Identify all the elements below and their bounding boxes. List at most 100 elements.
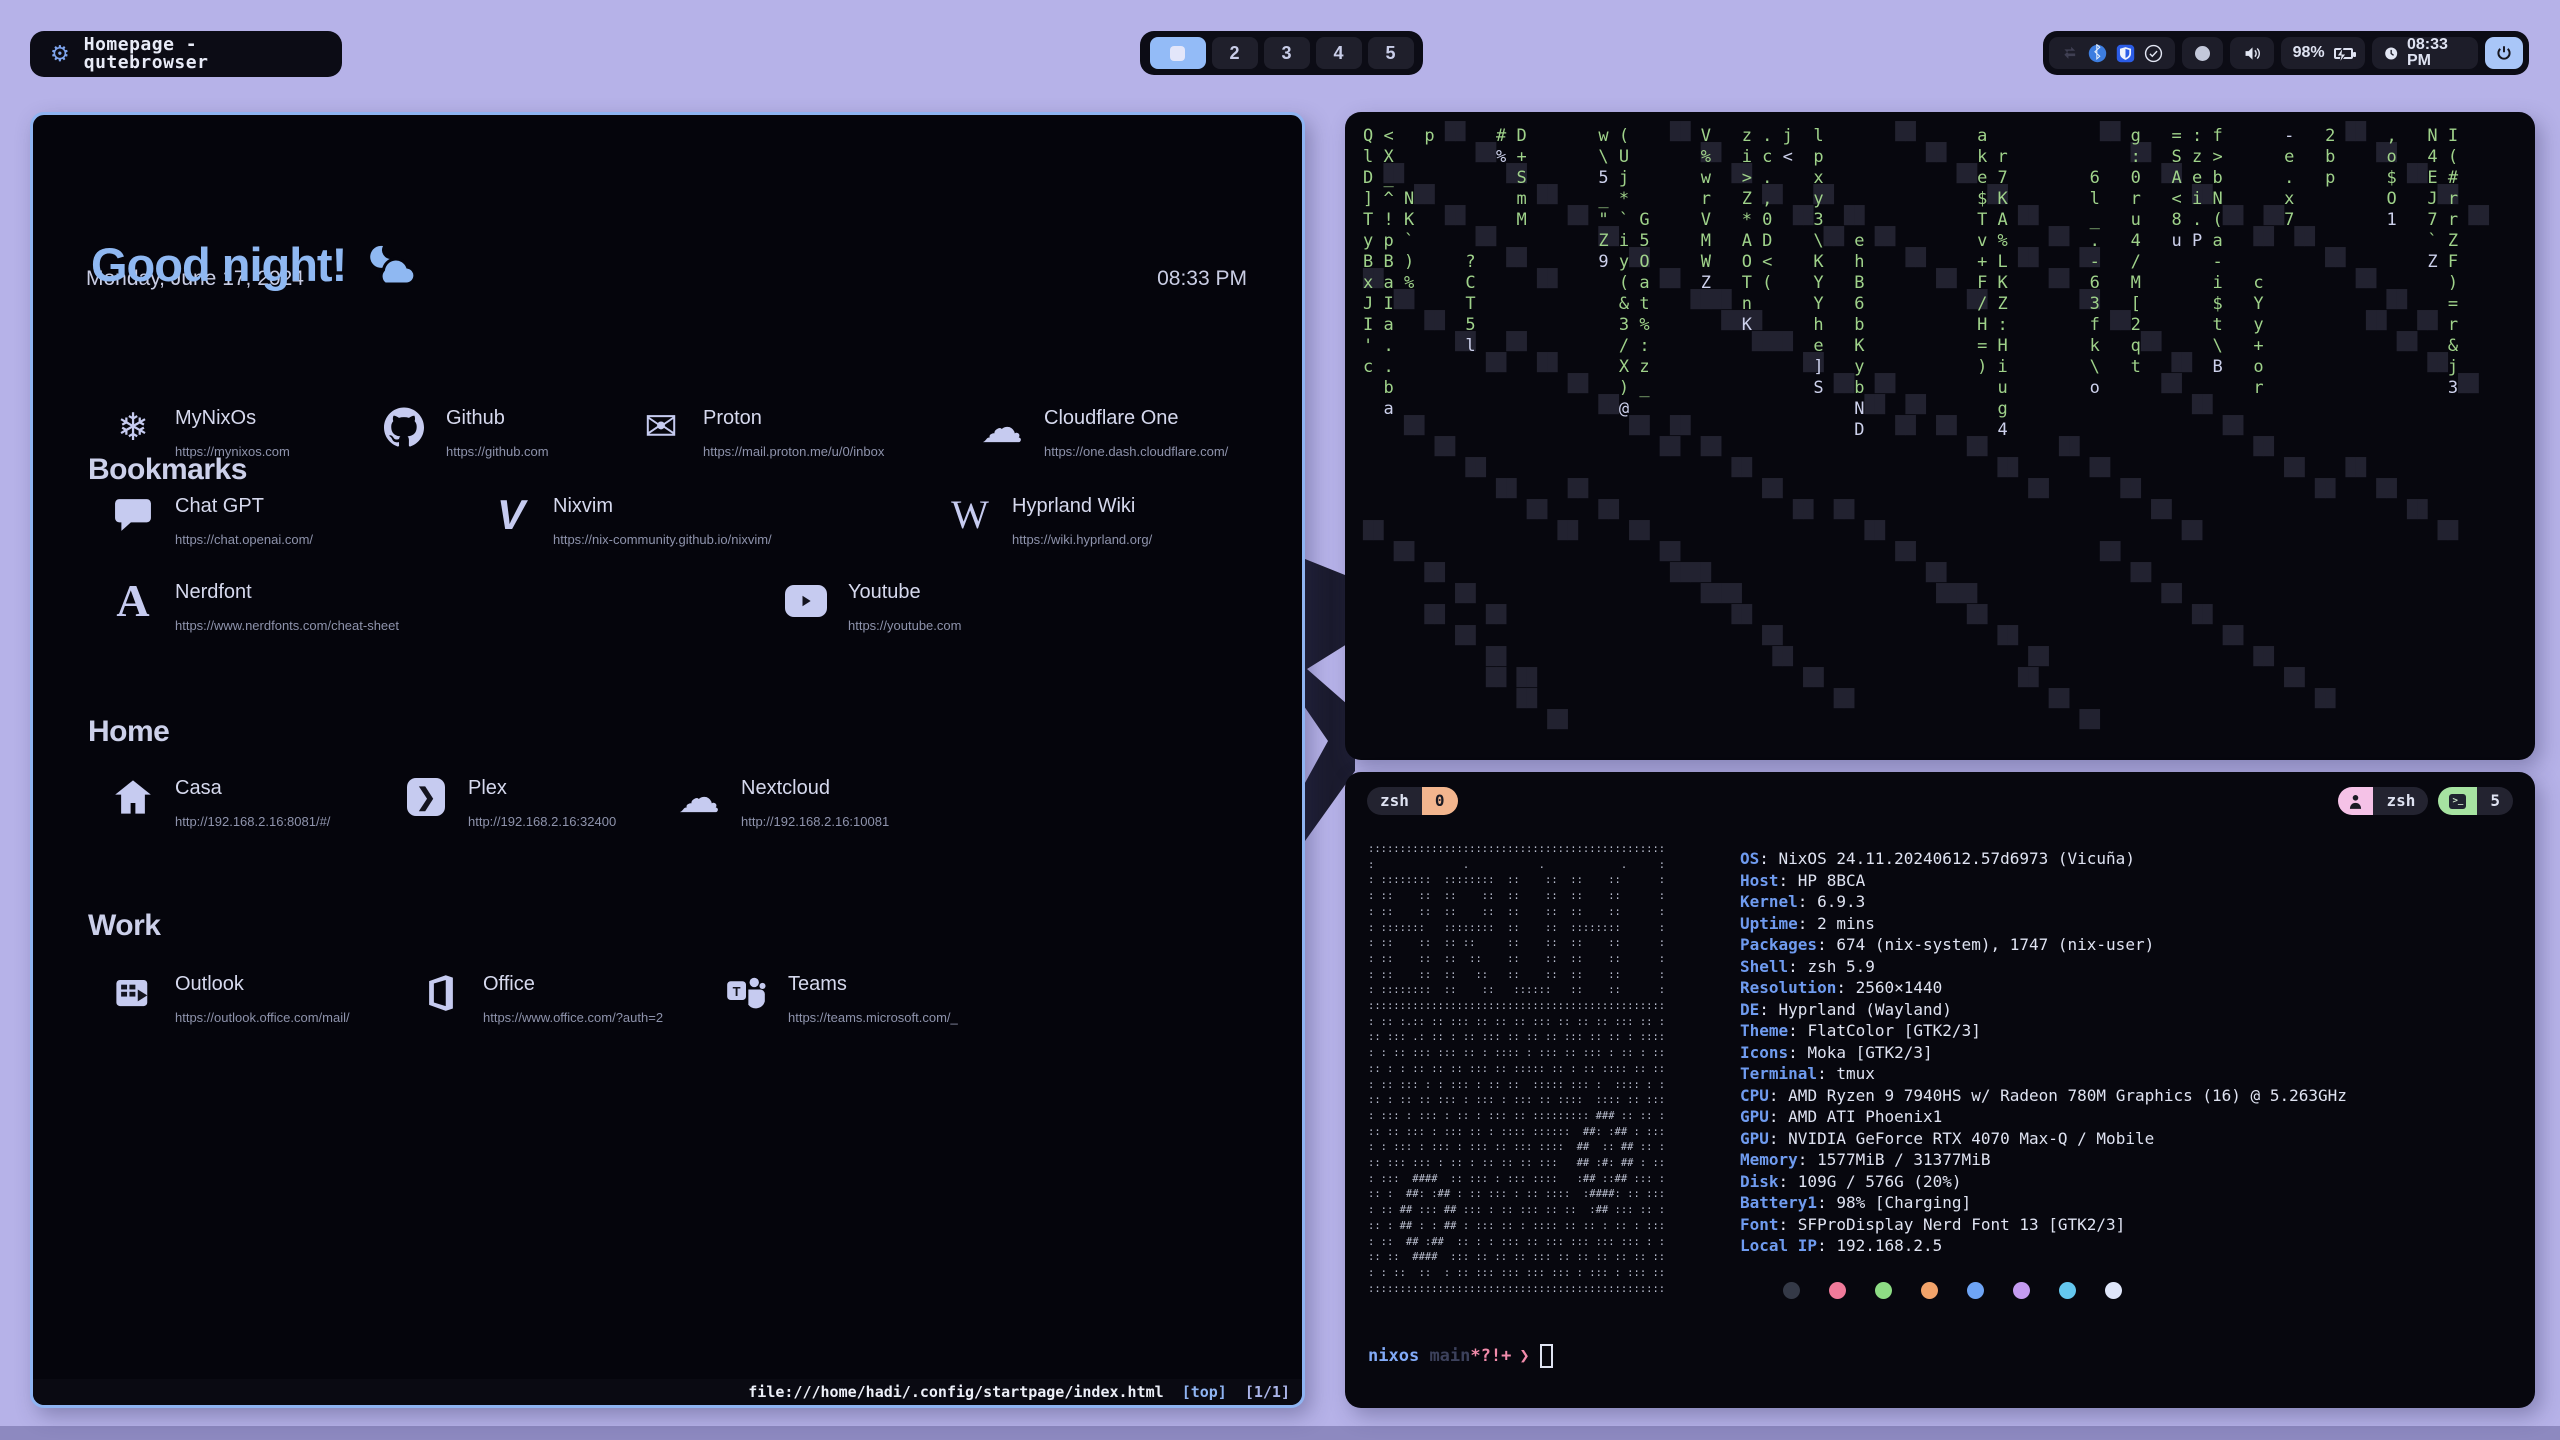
link-url: http://192.168.2.16:8081/#/ [175, 814, 330, 829]
chat-bubble-icon [111, 493, 155, 537]
link-url: https://youtube.com [848, 618, 961, 633]
link-cloudflare-one[interactable]: ☁Cloudflare Onehttps://one.dash.cloudfla… [980, 405, 1228, 459]
fetch-info-value: : 2 mins [1798, 914, 1875, 933]
clock-time: 08:33 PM [2407, 37, 2466, 69]
tmux-session-count: 5 [2477, 787, 2513, 815]
link-outlook[interactable]: Outlookhttps://outlook.office.com/mail/ [111, 971, 350, 1025]
mail-envelope-icon: ✉ [639, 405, 683, 449]
link-title: Chat GPT [175, 493, 313, 518]
link-title: Nextcloud [741, 775, 889, 800]
fetch-info-line: Host: HP 8BCA [1740, 870, 2347, 892]
link-url: https://github.com [446, 444, 549, 459]
link-proton[interactable]: ✉Protonhttps://mail.proton.me/u/0/inbox [639, 405, 884, 459]
clock-group[interactable]: 08:33 PM [2372, 37, 2478, 69]
matrix-rain-head-characters: - % < 5 [1363, 126, 2468, 441]
house-icon [111, 775, 155, 819]
battery-percent: 98% [2293, 45, 2325, 61]
font-a-icon: A [111, 579, 155, 623]
fetch-info-value: : SFProDisplay Nerd Font 13 [GTK2/3] [1779, 1215, 2126, 1234]
teams-icon: T [724, 971, 768, 1015]
link-hyprland-wiki[interactable]: WHyprland Wikihttps://wiki.hyprland.org/ [948, 493, 1152, 547]
fetch-info-value: : 674 (nix-system), 1747 (nix-user) [1817, 935, 2154, 954]
charging-bolt-icon [2334, 46, 2350, 64]
text-cursor [1540, 1344, 1553, 1368]
link-teams[interactable]: TTeamshttps://teams.microsoft.com/_ [724, 971, 958, 1025]
fetch-info-line: Terminal: tmux [1740, 1063, 2347, 1085]
qutebrowser-gear-icon: ⚙ [50, 43, 70, 65]
tray-group[interactable] [2049, 37, 2175, 69]
workspace-switcher: 2345 [1140, 31, 1423, 75]
office-icon [419, 971, 463, 1015]
workspace-button-5[interactable]: 5 [1368, 37, 1414, 69]
workspace-button-3[interactable]: 3 [1264, 37, 1310, 69]
link-title: Youtube [848, 579, 961, 604]
power-icon [2495, 44, 2513, 62]
tmux-right-status[interactable]: zsh >_ 5 [2338, 786, 2513, 816]
workspace-button-2[interactable]: 2 [1212, 37, 1258, 69]
fetch-info-label: Local IP [1740, 1236, 1817, 1255]
workspace-button-1[interactable] [1150, 37, 1206, 69]
link-title: MyNixOs [175, 405, 290, 430]
fetch-info-label: GPU [1740, 1129, 1769, 1148]
link-nixvim[interactable]: VNixvimhttps://nix-community.github.io/n… [489, 493, 772, 547]
prompt-host: nixos [1368, 1348, 1419, 1365]
fetch-info-label: Icons [1740, 1043, 1788, 1062]
tmux-window-index: 0 [1422, 787, 1458, 815]
battery-group[interactable]: 98% [2281, 37, 2365, 69]
fetch-info-value: : NixOS 24.11.20240612.57d6973 (Vicuña) [1759, 849, 2135, 868]
link-title: Hyprland Wiki [1012, 493, 1152, 518]
matrix-terminal-window[interactable]: ██ ██ ██ ██ ██ ██ ██ ██ ██ [1345, 112, 2535, 760]
palette-dot-3 [1921, 1282, 1938, 1299]
active-window-title-pill[interactable]: ⚙ Homepage - qutebrowser [30, 31, 342, 77]
terminal-color-palette [1783, 1282, 2122, 1299]
fetch-info-label: DE [1740, 1000, 1759, 1019]
link-chat-gpt[interactable]: Chat GPT https://chat.openai.com/ [111, 493, 313, 547]
workspace-button-4[interactable]: 4 [1316, 37, 1362, 69]
fetch-info-list: OS: NixOS 24.11.20240612.57d6973 (Vicuña… [1740, 848, 2347, 1257]
fetch-info-label: Resolution [1740, 978, 1836, 997]
fetch-info-value: : 98% [Charging] [1817, 1193, 1971, 1212]
link-nextcloud[interactable]: ☁Nextcloudhttp://192.168.2.16:10081 [677, 775, 889, 829]
shield-icon[interactable] [2116, 44, 2135, 63]
link-nerdfont[interactable]: ANerdfonthttps://www.nerdfonts.com/cheat… [111, 579, 399, 633]
github-icon [382, 405, 426, 449]
fetch-terminal-window[interactable]: zsh 0 zsh >_ 5 :::::::::::::::::::::::::… [1345, 772, 2535, 1408]
tmux-status-bar: zsh 0 zsh >_ 5 [1367, 786, 2513, 816]
active-workspace-dot [1170, 46, 1185, 61]
fetch-info-label: Memory [1740, 1150, 1798, 1169]
fetch-info-label: Disk [1740, 1172, 1779, 1191]
qutebrowser-window[interactable]: Monday, June 17, 2024 08:33 PM Good nigh… [30, 112, 1305, 1408]
link-title: Github [446, 405, 549, 430]
link-plex[interactable]: ❯Plexhttp://192.168.2.16:32400 [404, 775, 616, 829]
link-url: https://mynixos.com [175, 444, 290, 459]
link-casa[interactable]: Casahttp://192.168.2.16:8081/#/ [111, 775, 330, 829]
link-youtube[interactable]: Youtube https://youtube.com [784, 579, 961, 633]
palette-dot-5 [2013, 1282, 2030, 1299]
link-title: Office [483, 971, 663, 996]
check-circle-icon[interactable] [2144, 44, 2163, 63]
tmux-right-shell: zsh [2373, 787, 2428, 815]
fetch-info-line: CPU: AMD Ryzen 9 7940HS w/ Radeon 780M G… [1740, 1085, 2347, 1107]
qutebrowser-statusbar[interactable]: file:///home/hadi/.config/startpage/inde… [33, 1379, 1302, 1405]
nixos-snowflake-icon: ❄ [111, 405, 155, 449]
power-button[interactable] [2485, 37, 2523, 69]
fetch-info-value: : Hyprland (Wayland) [1759, 1000, 1952, 1019]
record-dot-group[interactable] [2182, 37, 2223, 69]
startpage-time: 08:33 PM [1157, 267, 1247, 291]
link-url: https://chat.openai.com/ [175, 532, 313, 547]
link-mynixos[interactable]: ❄ MyNixOs https://mynixos.com [111, 405, 290, 459]
fetch-info-value: : tmux [1817, 1064, 1875, 1083]
palette-dot-4 [1967, 1282, 1984, 1299]
fetch-info-line: Kernel: 6.9.3 [1740, 891, 2347, 913]
tmux-shell-name: zsh [1367, 787, 1422, 815]
fetch-info-value: : 2560×1440 [1836, 978, 1942, 997]
cloud-icon: ☁ [980, 405, 1024, 449]
shell-prompt[interactable]: nixos main *?!+ ❯ [1368, 1344, 1553, 1368]
link-github[interactable]: Github https://github.com [382, 405, 549, 459]
link-office[interactable]: Officehttps://www.office.com/?auth=2 [419, 971, 663, 1025]
tmux-left-status[interactable]: zsh 0 [1367, 786, 1458, 816]
fetch-info-label: CPU [1740, 1086, 1769, 1105]
link-url: http://192.168.2.16:32400 [468, 814, 616, 829]
volume-group[interactable] [2230, 37, 2273, 69]
bluetooth-icon[interactable] [2088, 44, 2107, 63]
